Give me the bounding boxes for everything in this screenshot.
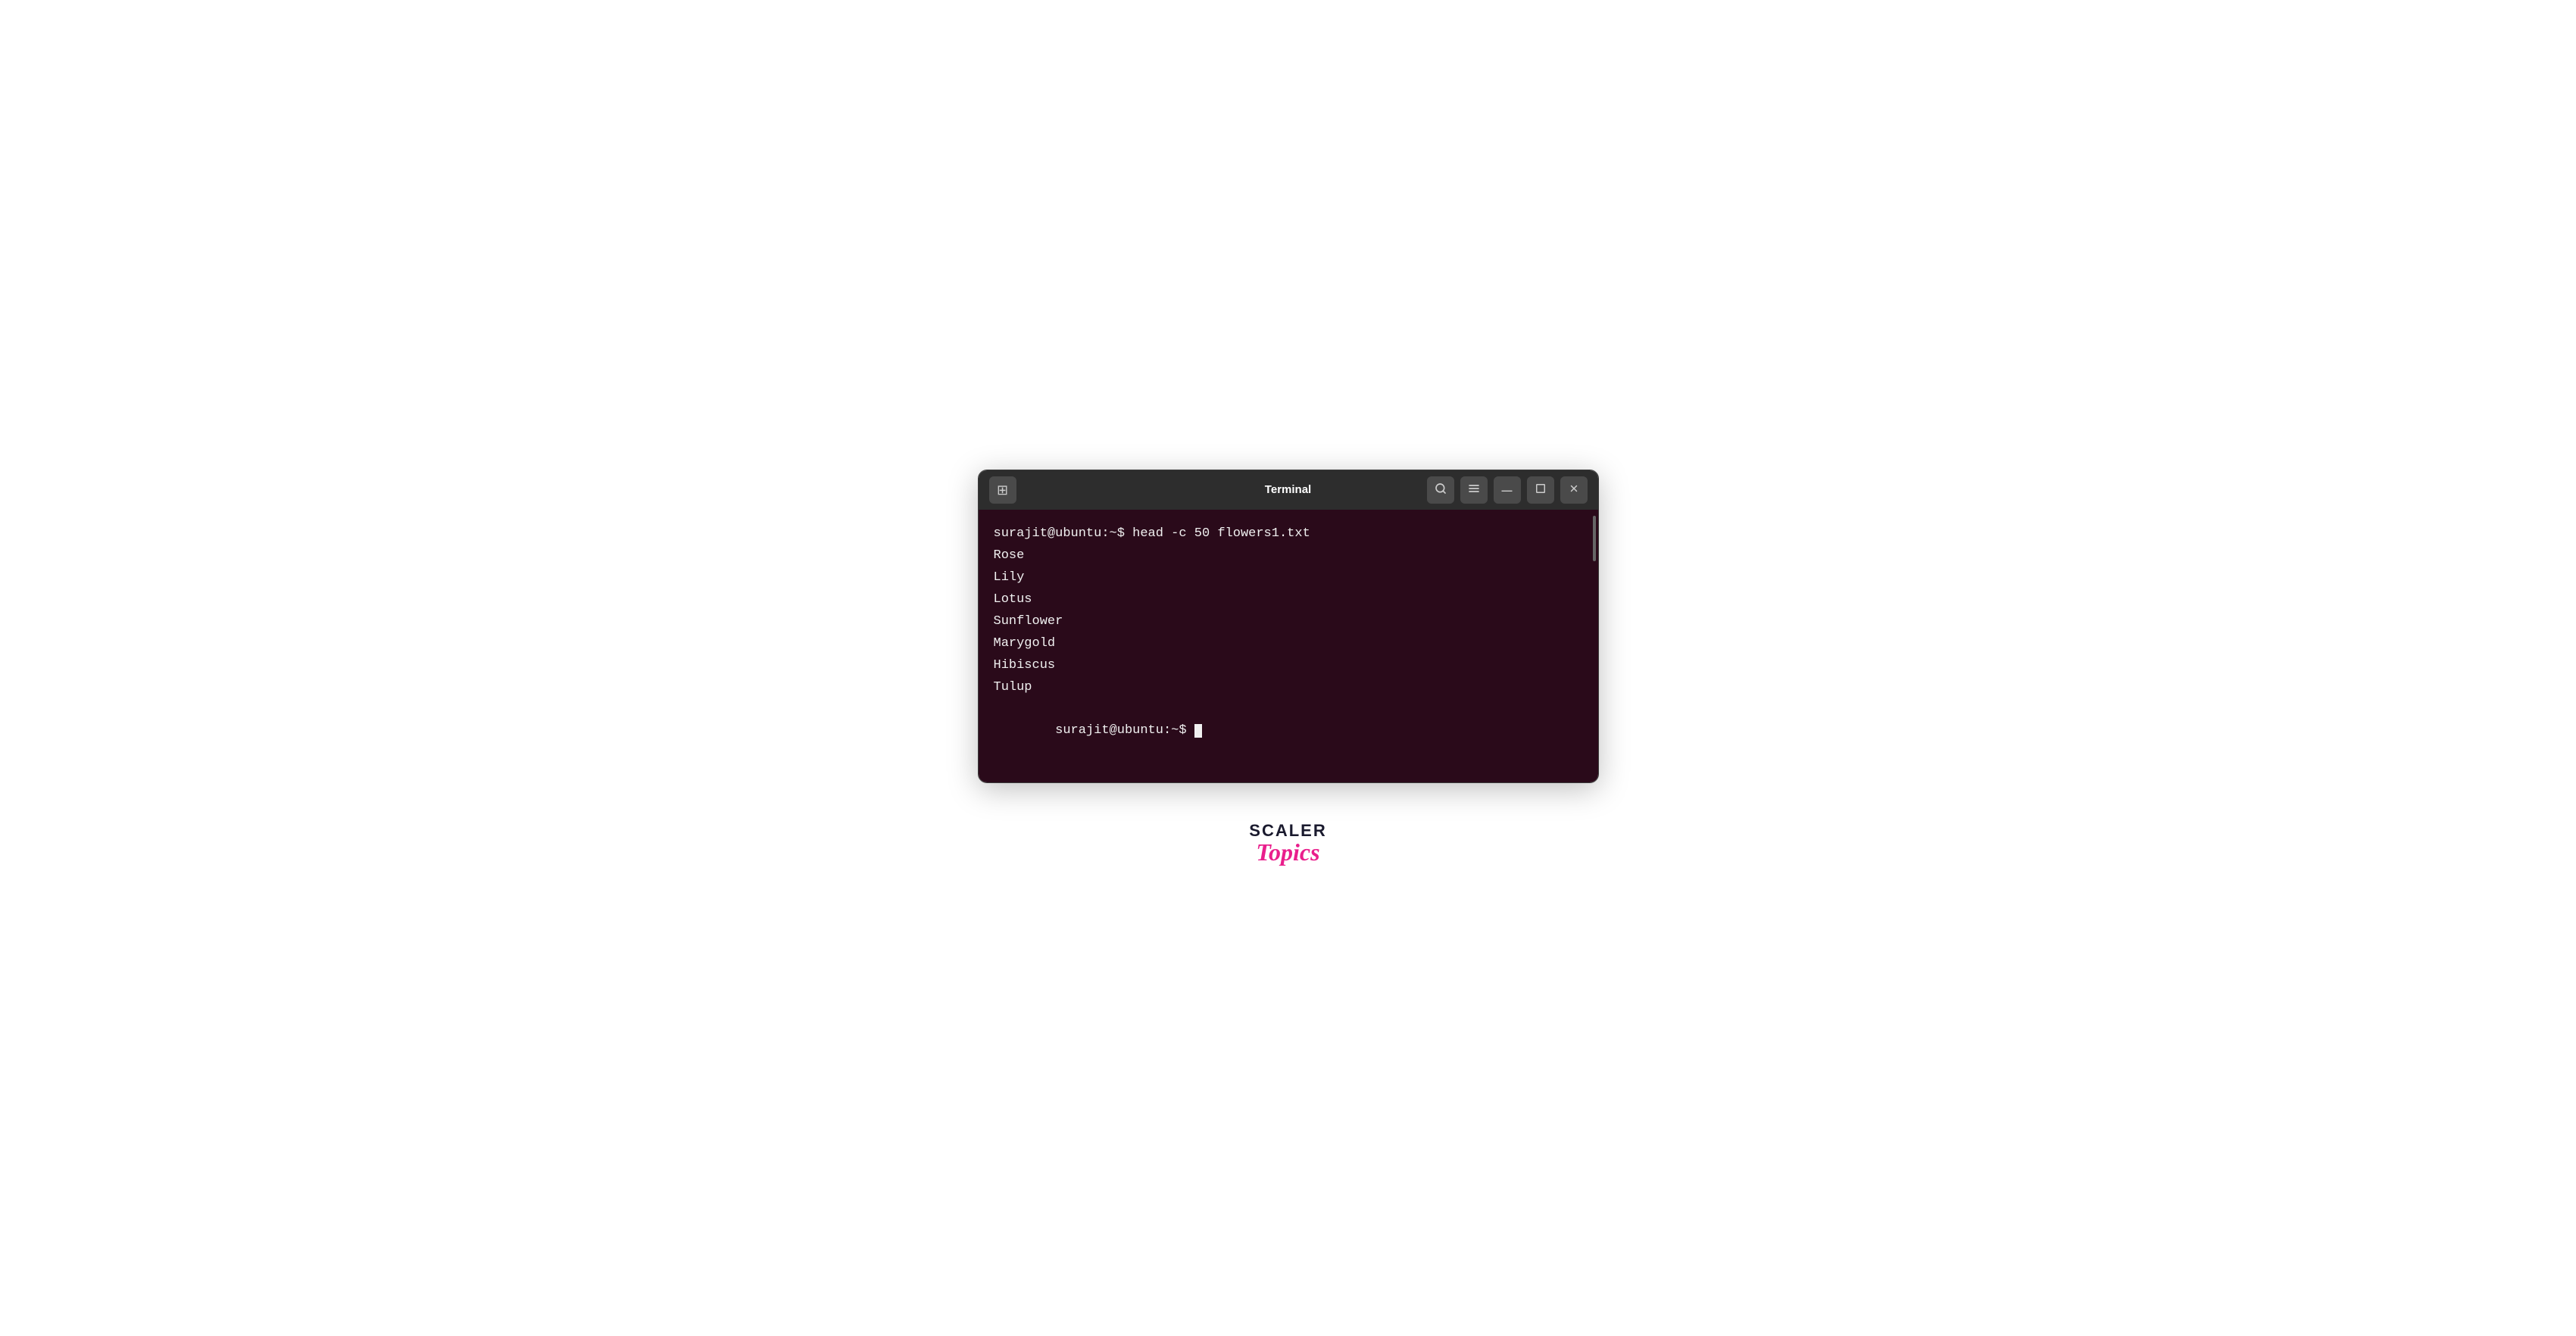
output-lily: Lily (994, 567, 1575, 589)
brand-topics-text: Topics (1256, 839, 1319, 866)
new-tab-icon: ⊞ (997, 483, 1008, 497)
output-rose: Rose (994, 545, 1575, 567)
scrollbar-track[interactable] (1591, 510, 1598, 782)
cursor (1194, 724, 1202, 738)
titlebar-controls: — (1427, 476, 1588, 504)
titlebar-left: ⊞ (989, 476, 1016, 504)
close-button[interactable] (1560, 476, 1588, 504)
titlebar: ⊞ Terminal (979, 470, 1598, 510)
minimize-icon: — (1502, 484, 1513, 496)
maximize-button[interactable] (1527, 476, 1554, 504)
menu-button[interactable] (1460, 476, 1488, 504)
search-icon (1435, 482, 1447, 498)
terminal-body[interactable]: surajit@ubuntu:~$ head -c 50 flowers1.tx… (979, 510, 1591, 782)
search-button[interactable] (1427, 476, 1454, 504)
output-lotus: Lotus (994, 589, 1575, 611)
close-icon (1569, 483, 1579, 498)
branding: SCALER Topics (1249, 821, 1326, 866)
new-tab-button[interactable]: ⊞ (989, 476, 1016, 504)
command-line: surajit@ubuntu:~$ head -c 50 flowers1.tx… (994, 523, 1575, 545)
minimize-button[interactable]: — (1494, 476, 1521, 504)
titlebar-center: Terminal (1265, 483, 1311, 497)
output-marygold: Marygold (994, 633, 1575, 655)
output-hibiscus: Hibiscus (994, 655, 1575, 677)
output-tulup: Tulup (994, 677, 1575, 699)
scrollbar-thumb[interactable] (1593, 516, 1596, 561)
prompt-text: surajit@ubuntu:~$ (1055, 723, 1194, 738)
window-title: Terminal (1265, 483, 1311, 496)
maximize-icon (1535, 483, 1546, 498)
menu-icon (1468, 482, 1480, 498)
terminal-window: ⊞ Terminal (978, 470, 1599, 783)
output-sunflower: Sunflower (994, 611, 1575, 633)
prompt-line: surajit@ubuntu:~$ (994, 699, 1575, 765)
